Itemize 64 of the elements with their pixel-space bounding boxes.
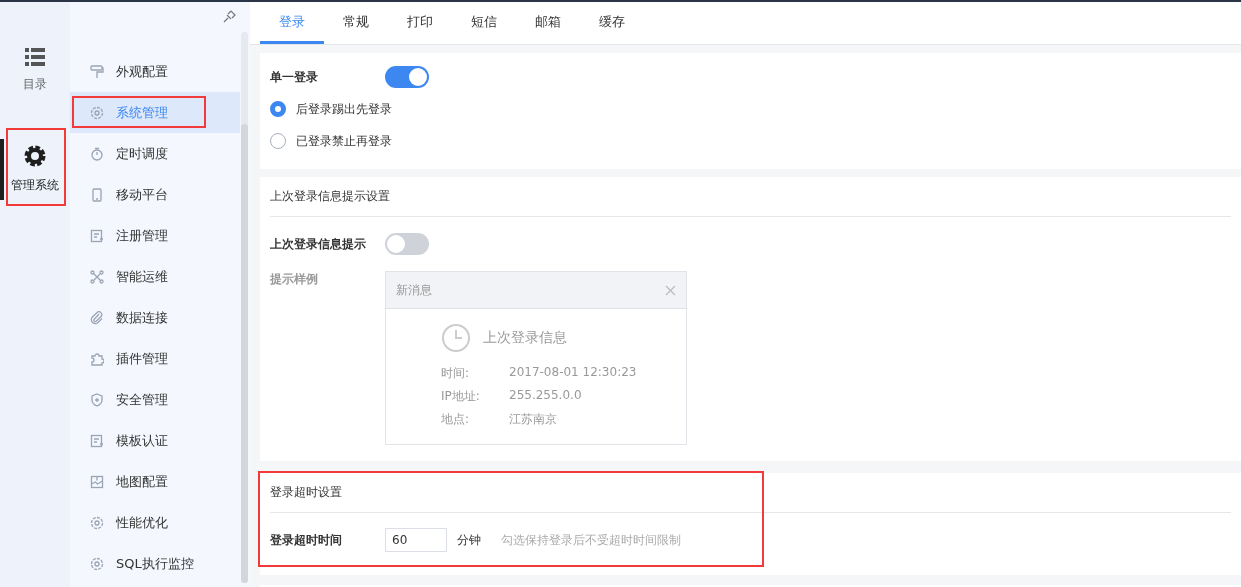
settings-icon bbox=[90, 515, 104, 530]
info-label: IP地址: bbox=[441, 388, 481, 405]
info-value: 江苏南京 bbox=[509, 411, 557, 428]
sidebar-item[interactable]: 外观配置 bbox=[70, 51, 240, 92]
list-icon bbox=[25, 48, 45, 66]
sidebar-item[interactable]: 模板认证 bbox=[70, 420, 240, 461]
rail-label: 目录 bbox=[23, 76, 47, 93]
toggle-switch[interactable] bbox=[385, 66, 429, 88]
setting-label: 提示样例 bbox=[270, 271, 319, 288]
close-icon bbox=[665, 284, 676, 296]
shield-icon bbox=[90, 392, 104, 407]
settings-icon bbox=[90, 105, 104, 120]
tab[interactable]: 打印 bbox=[388, 2, 452, 44]
info-label: 地点: bbox=[441, 411, 471, 428]
info-label: 时间: bbox=[441, 365, 471, 382]
radio-label: 已登录禁止再登录 bbox=[296, 132, 392, 150]
setting-label: 单一登录 bbox=[270, 68, 319, 86]
rail-item[interactable]: 管理系统 bbox=[0, 139, 70, 200]
setting-label: 登录超时时间 bbox=[270, 531, 343, 549]
document-icon bbox=[90, 433, 104, 448]
tab[interactable]: 缓存 bbox=[580, 2, 644, 44]
section-title: 登录超时设置 bbox=[270, 473, 1231, 513]
puzzle-icon bbox=[90, 351, 104, 366]
sidebar-item[interactable]: 数据连接 bbox=[70, 297, 240, 338]
settings-icon bbox=[90, 556, 104, 571]
message-heading: 上次登录信息 bbox=[483, 329, 567, 347]
sidebar-item[interactable]: 移动平台 bbox=[70, 174, 240, 215]
info-value: 255.255.0.0 bbox=[509, 388, 582, 404]
input-field[interactable]: 60 bbox=[385, 528, 447, 552]
clock-icon bbox=[441, 323, 471, 353]
document-icon bbox=[90, 228, 104, 243]
sidebar-item[interactable]: 插件管理 bbox=[70, 338, 240, 379]
message-title: 新消息 bbox=[396, 281, 432, 299]
scrollbar-thumb[interactable] bbox=[241, 124, 248, 583]
radio-button[interactable] bbox=[270, 101, 286, 117]
unit-label: 分钟 bbox=[457, 531, 481, 549]
active-indicator bbox=[0, 139, 4, 200]
setting-label: 上次登录信息提示 bbox=[270, 235, 367, 253]
sidebar-item[interactable]: SQL执行监控 bbox=[70, 543, 240, 584]
sidebar-item[interactable]: 注册管理 bbox=[70, 215, 240, 256]
paint-roller-icon bbox=[90, 64, 104, 79]
rail-item[interactable]: 目录 bbox=[0, 42, 70, 99]
tab[interactable]: 邮箱 bbox=[516, 2, 580, 44]
stopwatch-icon bbox=[90, 146, 104, 161]
paperclip-icon bbox=[90, 310, 104, 325]
tab[interactable]: 常规 bbox=[324, 2, 388, 44]
sidebar-item[interactable]: 地图配置 bbox=[70, 461, 240, 502]
radio-label: 后登录踢出先登录 bbox=[296, 100, 392, 118]
sidebar-item[interactable]: 智能运维 bbox=[70, 256, 240, 297]
sidebar-item[interactable]: 性能优化 bbox=[70, 502, 240, 543]
toggle-switch[interactable] bbox=[385, 233, 429, 255]
info-value: 2017-08-01 12:30:23 bbox=[509, 365, 637, 381]
section-title: 上次登录信息提示设置 bbox=[270, 177, 1231, 217]
sidebar-item[interactable]: 定时调度 bbox=[70, 133, 240, 174]
settings-icon bbox=[24, 145, 46, 167]
tab[interactable]: 短信 bbox=[452, 2, 516, 44]
hint-text: 勾选保持登录后不受超时时间限制 bbox=[501, 531, 681, 549]
sidebar-item[interactable]: 安全管理 bbox=[70, 379, 240, 420]
network-icon bbox=[90, 269, 104, 284]
map-icon bbox=[90, 474, 104, 489]
phone-icon bbox=[90, 187, 104, 202]
pin-icon[interactable] bbox=[223, 10, 236, 23]
rail-label: 管理系统 bbox=[11, 177, 59, 194]
tab[interactable]: 登录 bbox=[260, 2, 324, 44]
